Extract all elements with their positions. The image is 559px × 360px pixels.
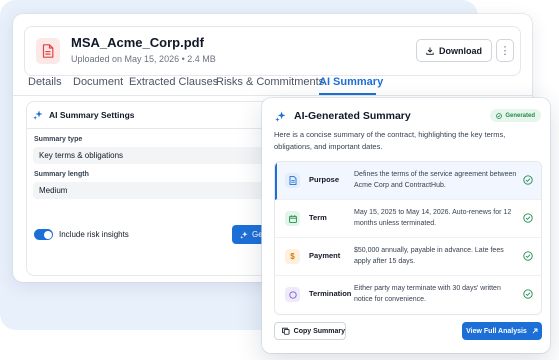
list-item[interactable]: $ Payment $50,000 annually, payable in a… bbox=[275, 238, 541, 276]
download-button[interactable]: Download bbox=[416, 39, 492, 62]
row-text: May 15, 2025 to May 14, 2026. Auto-renew… bbox=[354, 209, 512, 227]
file-header: MSA_Acme_Corp.pdf Uploaded on May 15, 20… bbox=[24, 26, 521, 76]
summary-intro: Here is a concise summary of the contrac… bbox=[274, 130, 506, 151]
tab-ai-summary[interactable]: AI Summary bbox=[319, 76, 383, 88]
tab-details[interactable]: Details bbox=[28, 76, 62, 88]
summary-type-select[interactable]: Key terms & obligations bbox=[33, 147, 295, 164]
check-circle-icon bbox=[496, 112, 503, 119]
summary-length-select[interactable]: Medium bbox=[33, 182, 295, 199]
view-full-analysis-button[interactable]: View Full Analysis bbox=[462, 322, 542, 340]
settings-title: AI Summary Settings bbox=[33, 110, 135, 120]
settings-divider bbox=[27, 128, 295, 129]
file-name: MSA_Acme_Corp.pdf bbox=[71, 35, 204, 50]
check-circle-icon bbox=[523, 289, 533, 299]
summary-key-terms-list: Purpose Defines the terms of the service… bbox=[274, 161, 542, 315]
summary-type-label: Summary type bbox=[34, 136, 83, 143]
check-circle-icon bbox=[523, 213, 533, 223]
row-text: $50,000 annually, payable in advance. La… bbox=[354, 247, 504, 265]
dollar-icon: $ bbox=[285, 249, 300, 264]
download-label: Download bbox=[439, 45, 482, 56]
summary-length-value: Medium bbox=[39, 186, 68, 195]
row-text: Defines the terms of the service agreeme… bbox=[354, 171, 517, 189]
more-options-button[interactable]: ⋮ bbox=[496, 39, 514, 62]
calendar-icon bbox=[285, 211, 300, 226]
ai-summary-settings-panel: AI Summary Settings Summary type Key ter… bbox=[26, 101, 296, 276]
document-icon bbox=[285, 173, 300, 188]
sparkle-icon bbox=[33, 110, 43, 120]
row-label: Termination bbox=[309, 289, 352, 298]
ai-generated-summary-card: AI-Generated Summary Generated Here is a… bbox=[262, 98, 550, 353]
status-badge-label: Generated bbox=[505, 112, 535, 119]
row-label: Payment bbox=[309, 251, 341, 260]
list-item[interactable]: Term May 15, 2025 to May 14, 2026. Auto-… bbox=[275, 200, 541, 238]
more-vertical-icon: ⋮ bbox=[499, 45, 511, 57]
pdf-file-icon bbox=[36, 38, 60, 64]
summary-title: AI-Generated Summary bbox=[275, 110, 411, 122]
summary-length-label: Summary length bbox=[34, 171, 89, 178]
copy-icon bbox=[282, 327, 290, 335]
status-badge: Generated bbox=[490, 109, 541, 122]
risk-insights-label: Include risk insights bbox=[59, 230, 129, 239]
summary-title-label: AI-Generated Summary bbox=[294, 110, 411, 122]
list-item[interactable]: Purpose Defines the terms of the service… bbox=[275, 162, 541, 200]
check-circle-icon bbox=[523, 251, 533, 261]
tab-document[interactable]: Document bbox=[73, 76, 123, 88]
external-arrow-icon bbox=[532, 328, 538, 334]
sparkle-icon bbox=[240, 230, 248, 239]
circle-icon bbox=[285, 287, 300, 302]
file-meta: Uploaded on May 15, 2026 • 2.4 MB bbox=[71, 54, 216, 64]
check-circle-icon bbox=[523, 175, 533, 185]
toggle-knob bbox=[43, 230, 52, 239]
tab-extracted-clauses[interactable]: Extracted Clauses bbox=[129, 76, 218, 88]
copy-summary-label: Copy Summary bbox=[293, 327, 345, 335]
sparkle-icon bbox=[275, 111, 286, 122]
tab-risks-commitments[interactable]: Risks & Commitments bbox=[216, 76, 324, 88]
list-item[interactable]: Termination Either party may terminate w… bbox=[275, 276, 541, 314]
summary-type-value: Key terms & obligations bbox=[39, 151, 124, 160]
view-full-analysis-label: View Full Analysis bbox=[466, 327, 527, 335]
risk-insights-toggle[interactable] bbox=[34, 229, 53, 240]
tabs-divider bbox=[13, 95, 532, 96]
row-text: Either party may terminate with 30 days'… bbox=[354, 285, 501, 303]
row-label: Term bbox=[309, 213, 327, 222]
copy-summary-button[interactable]: Copy Summary bbox=[274, 322, 346, 340]
download-icon bbox=[426, 47, 434, 55]
settings-title-label: AI Summary Settings bbox=[49, 110, 135, 120]
row-label: Purpose bbox=[309, 175, 340, 184]
